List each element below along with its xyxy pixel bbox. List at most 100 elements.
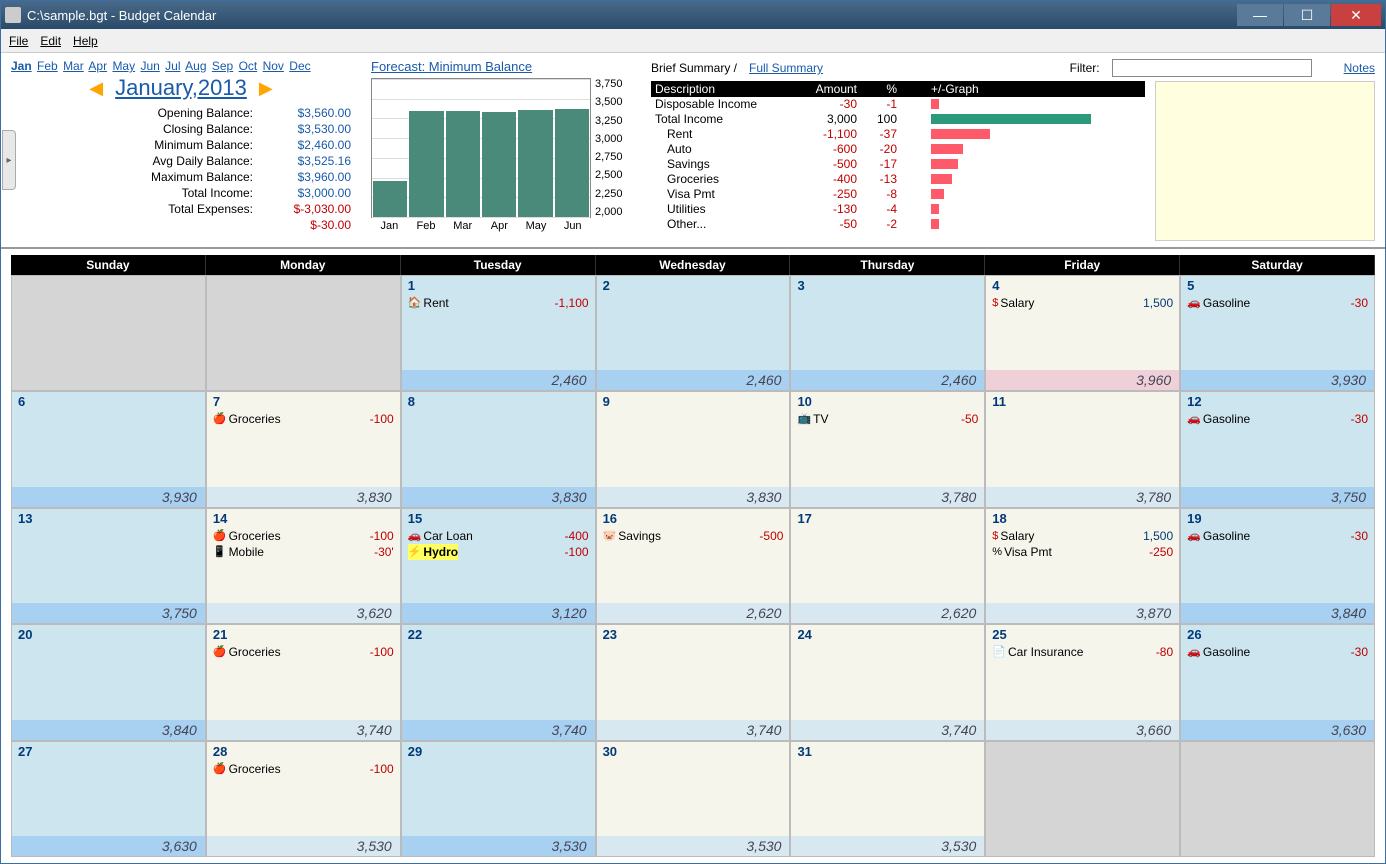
minimize-button[interactable]: — (1237, 4, 1283, 26)
calendar-cell[interactable]: 203,840 (11, 624, 206, 740)
item-icon: $ (992, 528, 998, 544)
calendar-cell[interactable]: 233,740 (596, 624, 791, 740)
daily-balance: 3,830 (207, 487, 400, 507)
calendar-cell[interactable]: 32,460 (790, 275, 985, 391)
summary-pct: -4 (861, 202, 901, 217)
daily-balance: 3,530 (402, 836, 595, 856)
calendar-cell[interactable]: 22,460 (596, 275, 791, 391)
item-amount: -100 (370, 761, 394, 777)
day-number: 27 (12, 742, 205, 761)
month-link-jan[interactable]: Jan (11, 59, 32, 73)
prev-month-button[interactable]: ◀ (89, 78, 103, 99)
calendar-cell[interactable]: 28🍎Groceries-1003,530 (206, 741, 401, 857)
calendar-cell[interactable]: 63,930 (11, 391, 206, 507)
month-link-apr[interactable]: Apr (88, 59, 107, 73)
calendar-cell[interactable]: 243,740 (790, 624, 985, 740)
notes-link[interactable]: Notes (1344, 61, 1375, 75)
item-name: Hydro (423, 544, 458, 560)
item-amount: -1,100 (555, 295, 589, 311)
next-month-button[interactable]: ▶ (259, 78, 273, 99)
day-header: Monday (206, 255, 401, 275)
daily-balance: 2,460 (791, 370, 984, 390)
notes-area[interactable] (1155, 81, 1375, 241)
item-icon: 🏠 (408, 295, 422, 311)
month-link-aug[interactable]: Aug (185, 59, 206, 73)
month-link-jul[interactable]: Jul (165, 59, 180, 73)
month-link-dec[interactable]: Dec (289, 59, 310, 73)
calendar-cell[interactable]: 133,750 (11, 508, 206, 624)
calendar-cell[interactable]: 313,530 (790, 741, 985, 857)
daily-balance: 2,460 (402, 370, 595, 390)
month-link-nov[interactable]: Nov (263, 59, 284, 73)
month-title[interactable]: January,2013 (115, 75, 247, 101)
calendar-cell (206, 275, 401, 391)
month-link-may[interactable]: May (112, 59, 135, 73)
calendar-cell[interactable]: 273,630 (11, 741, 206, 857)
net-value: $-30.00 (261, 218, 351, 232)
calendar-cell[interactable]: 4$Salary1,5003,960 (985, 275, 1180, 391)
daily-balance: 2,460 (597, 370, 790, 390)
calendar-cell[interactable]: 83,830 (401, 391, 596, 507)
month-link-jun[interactable]: Jun (140, 59, 159, 73)
summary-bar (931, 204, 939, 214)
balance-table: Opening Balance:$3,560.00Closing Balance… (11, 105, 351, 233)
item-amount: -250 (1149, 544, 1173, 560)
day-header: Sunday (11, 255, 206, 275)
day-number: 11 (986, 392, 1179, 411)
menu-help[interactable]: Help (73, 34, 98, 48)
month-link-feb[interactable]: Feb (37, 59, 58, 73)
calendar-cell[interactable]: 29 3,530 (401, 741, 596, 857)
item-name: Salary (1000, 528, 1034, 544)
item-name: Groceries (229, 411, 281, 427)
month-link-sep[interactable]: Sep (212, 59, 233, 73)
calendar-cell[interactable]: 25📄Car Insurance-803,660 (985, 624, 1180, 740)
calendar-cell[interactable]: 10📺TV-503,780 (790, 391, 985, 507)
summary-desc: Total Income (651, 112, 801, 127)
menu-edit[interactable]: Edit (40, 34, 61, 48)
item-icon: $ (992, 295, 998, 311)
calendar-cell[interactable]: 16🐷Savings-5002,620 (596, 508, 791, 624)
day-number: 29 (402, 742, 595, 761)
calendar-cell[interactable]: 303,530 (596, 741, 791, 857)
filter-input[interactable] (1112, 59, 1312, 77)
item-amount: -30 (1351, 295, 1368, 311)
month-link-oct[interactable]: Oct (239, 59, 258, 73)
balance-label: Minimum Balance: (11, 138, 261, 152)
balance-value: $3,525.16 (261, 154, 351, 168)
calendar-cell[interactable]: 172,620 (790, 508, 985, 624)
month-link-mar[interactable]: Mar (63, 59, 84, 73)
calendar-cell[interactable]: 14🍎Groceries-100📱Mobile-30'3,620 (206, 508, 401, 624)
item-amount: -100 (565, 544, 589, 560)
maximize-button[interactable]: ☐ (1284, 4, 1330, 26)
menu-file[interactable]: File (9, 34, 28, 48)
chart-xaxis: JanFebMarAprMayJun (371, 220, 631, 232)
calendar-cell[interactable]: 223,740 (401, 624, 596, 740)
chart-title[interactable]: Forecast: Minimum Balance (371, 59, 532, 74)
calendar-cell[interactable]: 12🚗Gasoline-303,750 (1180, 391, 1375, 507)
calendar-cell[interactable]: 19🚗Gasoline-303,840 (1180, 508, 1375, 624)
chart-yaxis: 3,7503,5003,2503,0002,7502,5002,2502,000 (591, 78, 631, 218)
calendar-cell[interactable]: 113,780 (985, 391, 1180, 507)
item-name: Mobile (229, 544, 264, 560)
summary-amount: -500 (801, 157, 861, 172)
calendar-cell (1180, 741, 1375, 857)
day-number: 9 (597, 392, 790, 411)
calendar-cell[interactable]: 26🚗Gasoline-303,630 (1180, 624, 1375, 740)
item-icon: 📄 (992, 644, 1006, 660)
calendar-cell[interactable]: 1🏠Rent-1,1002,460 (401, 275, 596, 391)
calendar-cell[interactable]: 21🍎Groceries-1003,740 (206, 624, 401, 740)
calendar-cell[interactable]: 18$Salary1,500%Visa Pmt-2503,870 (985, 508, 1180, 624)
full-summary-link[interactable]: Full Summary (749, 61, 823, 75)
calendar-cell[interactable]: 5🚗Gasoline-303,930 (1180, 275, 1375, 391)
calendar-cell[interactable]: 93,830 (596, 391, 791, 507)
balance-label: Total Expenses: (11, 202, 261, 216)
calendar-cell[interactable]: 7🍎Groceries-1003,830 (206, 391, 401, 507)
item-amount: -400 (565, 528, 589, 544)
summary-amount: -30 (801, 97, 861, 112)
close-button[interactable]: ✕ (1331, 4, 1381, 26)
balance-label: Avg Daily Balance: (11, 154, 261, 168)
daily-balance: 3,780 (791, 487, 984, 507)
summary-amount: 3,000 (801, 112, 861, 127)
forecast-chart[interactable] (371, 78, 591, 218)
calendar-cell[interactable]: 15🚗Car Loan-400⚡Hydro-1003,120 (401, 508, 596, 624)
